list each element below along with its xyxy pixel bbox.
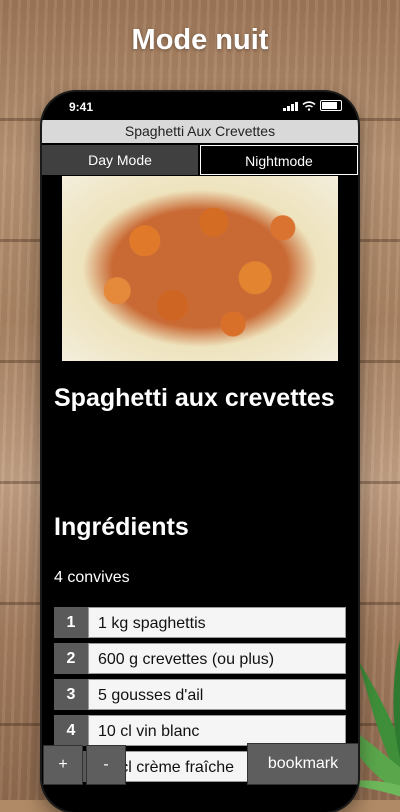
status-bar: 9:41 [42,92,358,120]
decrease-servings-button[interactable]: - [87,746,125,784]
ingredient-number: 3 [54,679,88,710]
marketing-title: Mode nuit [131,24,269,56]
app-title-bar: Spaghetti Aux Crevettes [42,120,358,143]
ingredient-item: 2 600 g crevettes (ou plus) [54,643,346,674]
signal-icon [283,101,298,111]
ingredient-text: 1 kg spaghettis [88,607,346,638]
phone-frame: 9:41 Spaghetti Aux Crevettes Day Mode Ni… [42,92,358,812]
mode-tabs: Day Mode Nightmode [42,145,358,175]
ingredient-text: 600 g crevettes (ou plus) [88,643,346,674]
tab-day-mode[interactable]: Day Mode [42,145,200,175]
ingredient-item: 1 1 kg spaghettis [54,607,346,638]
battery-icon [320,100,342,111]
status-time: 9:41 [69,100,94,114]
notch [112,92,288,114]
ingredients-heading: Ingrédients [54,513,189,541]
status-icons [283,100,342,111]
tab-nightmode[interactable]: Nightmode [200,145,358,175]
ingredient-number: 4 [54,715,88,746]
ingredient-number: 2 [54,643,88,674]
ingredient-text: 5 gousses d'ail [88,679,346,710]
ingredient-number: 1 [54,607,88,638]
bookmark-button[interactable]: bookmark [248,744,358,784]
ingredient-item: 3 5 gousses d'ail [54,679,346,710]
ingredient-text: 10 cl vin blanc [88,715,346,746]
increase-servings-button[interactable]: + [44,746,82,784]
recipe-title: Spaghetti aux crevettes [54,384,335,412]
servings-text: 4 convives [54,569,130,586]
ingredient-item: 4 10 cl vin blanc [54,715,346,746]
wifi-icon [302,101,316,111]
recipe-photo [62,176,338,361]
